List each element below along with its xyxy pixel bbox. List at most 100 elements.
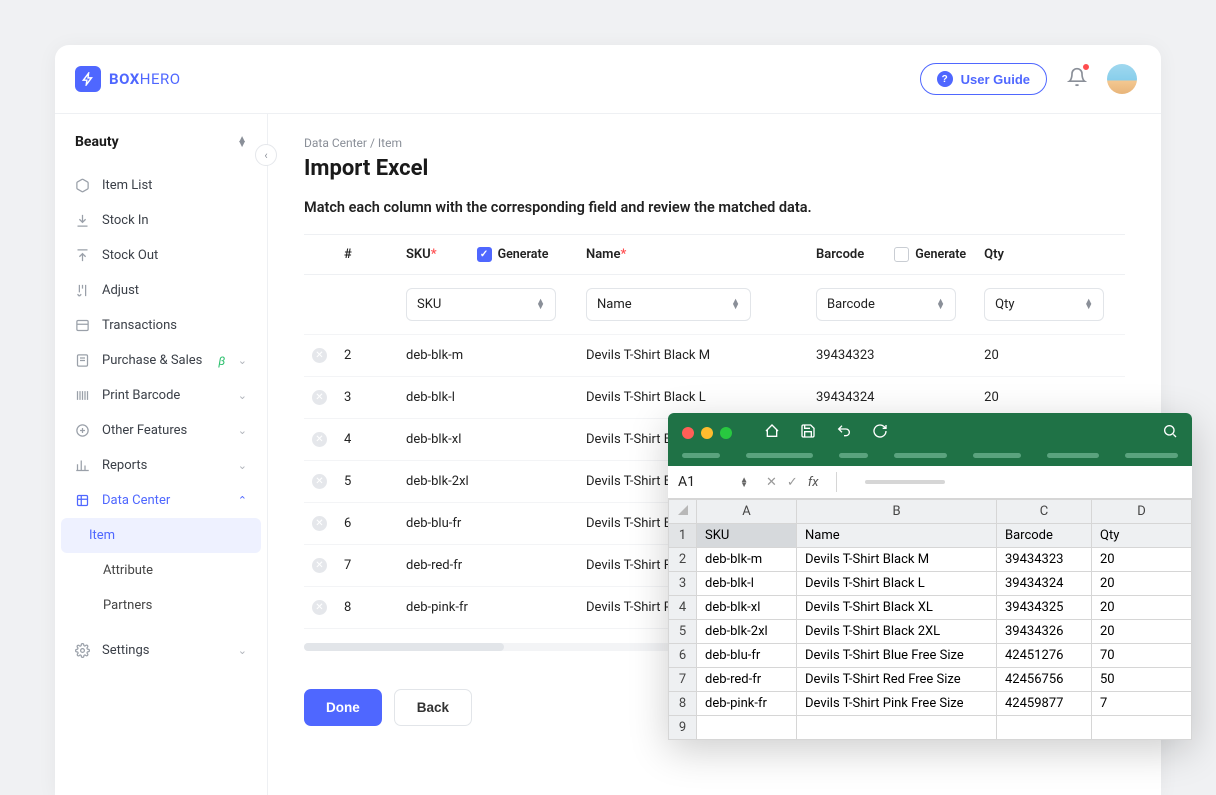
sidebar-item-reports[interactable]: Reports ⌄: [55, 448, 267, 483]
excel-row[interactable]: 7deb-red-frDevils T-Shirt Red Free Size4…: [669, 668, 1192, 692]
excel-cell[interactable]: 39434326: [997, 620, 1092, 644]
qty-select[interactable]: Qty ▲▼: [984, 288, 1104, 321]
excel-cell[interactable]: [697, 716, 797, 740]
excel-cell[interactable]: SKU: [697, 524, 797, 548]
collapse-sidebar-button[interactable]: ‹: [255, 144, 277, 166]
sku-select[interactable]: SKU ▲▼: [406, 288, 556, 321]
excel-col-d[interactable]: D: [1092, 500, 1192, 524]
excel-cell[interactable]: Barcode: [997, 524, 1092, 548]
maximize-icon[interactable]: [720, 427, 732, 439]
cell-reference[interactable]: A1 ▲▼: [678, 474, 748, 490]
excel-col-a[interactable]: A: [697, 500, 797, 524]
excel-row[interactable]: 8deb-pink-frDevils T-Shirt Pink Free Siz…: [669, 692, 1192, 716]
sidebar-item-dc-item[interactable]: Item: [61, 518, 261, 553]
close-icon[interactable]: [682, 427, 694, 439]
excel-rownum[interactable]: 5: [669, 620, 697, 644]
excel-cell[interactable]: 42459877: [997, 692, 1092, 716]
traffic-lights[interactable]: [682, 427, 732, 439]
redo-icon[interactable]: [872, 423, 888, 443]
name-select[interactable]: Name ▲▼: [586, 288, 751, 321]
excel-rownum[interactable]: 3: [669, 572, 697, 596]
excel-row[interactable]: 5deb-blk-2xlDevils T-Shirt Black 2XL3943…: [669, 620, 1192, 644]
sku-generate-toggle[interactable]: ✓ Generate: [477, 247, 549, 262]
breadcrumb-parent[interactable]: Data Center: [304, 136, 367, 150]
sidebar-item-dc-attribute[interactable]: Attribute: [55, 553, 267, 588]
excel-rownum[interactable]: 1: [669, 524, 697, 548]
sidebar-item-purchase-sales[interactable]: Purchase & Sales β ⌄: [55, 343, 267, 378]
excel-cell[interactable]: 20: [1092, 620, 1192, 644]
excel-cell[interactable]: 7: [1092, 692, 1192, 716]
excel-cell[interactable]: [997, 716, 1092, 740]
delete-row-icon[interactable]: ✕: [312, 348, 327, 363]
excel-cell[interactable]: 39434323: [997, 548, 1092, 572]
sidebar-item-data-center[interactable]: Data Center ⌃: [55, 483, 267, 518]
excel-cell[interactable]: [1092, 716, 1192, 740]
sidebar-item-settings[interactable]: Settings ⌄: [55, 633, 267, 668]
excel-cell[interactable]: deb-blk-2xl: [697, 620, 797, 644]
excel-row[interactable]: 2deb-blk-mDevils T-Shirt Black M39434323…: [669, 548, 1192, 572]
barcode-generate-toggle[interactable]: Generate: [894, 247, 966, 262]
sidebar-item-dc-partners[interactable]: Partners: [55, 588, 267, 623]
logo[interactable]: BOXHERO: [75, 66, 181, 92]
delete-row-icon[interactable]: ✕: [312, 558, 327, 573]
avatar[interactable]: [1107, 64, 1137, 94]
bell-icon[interactable]: [1067, 67, 1087, 91]
excel-cell[interactable]: deb-blu-fr: [697, 644, 797, 668]
excel-row[interactable]: 3deb-blk-lDevils T-Shirt Black L39434324…: [669, 572, 1192, 596]
fx-icon[interactable]: fx: [808, 475, 819, 490]
excel-cell[interactable]: 20: [1092, 572, 1192, 596]
excel-cell[interactable]: Devils T-Shirt Black L: [797, 572, 997, 596]
excel-corner[interactable]: [669, 500, 697, 524]
excel-col-b[interactable]: B: [797, 500, 997, 524]
excel-rownum[interactable]: 7: [669, 668, 697, 692]
delete-row-icon[interactable]: ✕: [312, 600, 327, 615]
excel-rownum[interactable]: 4: [669, 596, 697, 620]
excel-col-c[interactable]: C: [997, 500, 1092, 524]
delete-row-icon[interactable]: ✕: [312, 516, 327, 531]
excel-rownum[interactable]: 2: [669, 548, 697, 572]
formula-input[interactable]: [865, 480, 945, 484]
excel-rownum[interactable]: 6: [669, 644, 697, 668]
excel-cell[interactable]: Name: [797, 524, 997, 548]
excel-cell[interactable]: Devils T-Shirt Black 2XL: [797, 620, 997, 644]
excel-ribbon-tabs[interactable]: [668, 453, 1192, 466]
excel-cell[interactable]: 39434325: [997, 596, 1092, 620]
undo-icon[interactable]: [836, 423, 852, 443]
excel-cell[interactable]: deb-blk-m: [697, 548, 797, 572]
excel-cell[interactable]: 70: [1092, 644, 1192, 668]
excel-cell[interactable]: [797, 716, 997, 740]
team-selector[interactable]: Beauty ▲▼: [55, 128, 267, 168]
excel-cell[interactable]: deb-blk-xl: [697, 596, 797, 620]
delete-row-icon[interactable]: ✕: [312, 474, 327, 489]
excel-cell[interactable]: 42451276: [997, 644, 1092, 668]
excel-rownum[interactable]: 9: [669, 716, 697, 740]
sidebar-item-transactions[interactable]: Transactions: [55, 308, 267, 343]
excel-cell[interactable]: 20: [1092, 596, 1192, 620]
excel-cell[interactable]: Devils T-Shirt Red Free Size: [797, 668, 997, 692]
minimize-icon[interactable]: [701, 427, 713, 439]
sidebar-item-adjust[interactable]: Adjust: [55, 273, 267, 308]
delete-row-icon[interactable]: ✕: [312, 390, 327, 405]
excel-cell[interactable]: Qty: [1092, 524, 1192, 548]
excel-cell[interactable]: 39434324: [997, 572, 1092, 596]
cancel-icon[interactable]: ✕: [766, 475, 777, 490]
save-icon[interactable]: [800, 423, 816, 443]
excel-header-row[interactable]: 1SKUNameBarcodeQty: [669, 524, 1192, 548]
excel-cell[interactable]: Devils T-Shirt Blue Free Size: [797, 644, 997, 668]
barcode-select[interactable]: Barcode ▲▼: [816, 288, 956, 321]
done-button[interactable]: Done: [304, 689, 382, 726]
excel-cell[interactable]: 50: [1092, 668, 1192, 692]
sidebar-item-item-list[interactable]: Item List: [55, 168, 267, 203]
search-icon[interactable]: [1162, 423, 1178, 443]
excel-cell[interactable]: deb-blk-l: [697, 572, 797, 596]
scrollbar-thumb[interactable]: [304, 643, 504, 651]
back-button[interactable]: Back: [394, 689, 472, 726]
accept-icon[interactable]: ✓: [787, 475, 798, 490]
excel-row[interactable]: 6deb-blu-frDevils T-Shirt Blue Free Size…: [669, 644, 1192, 668]
excel-cell[interactable]: 20: [1092, 548, 1192, 572]
excel-rownum[interactable]: 8: [669, 692, 697, 716]
excel-cell[interactable]: deb-pink-fr: [697, 692, 797, 716]
user-guide-button[interactable]: ? User Guide: [920, 63, 1047, 95]
excel-cell[interactable]: Devils T-Shirt Pink Free Size: [797, 692, 997, 716]
home-icon[interactable]: [764, 423, 780, 443]
